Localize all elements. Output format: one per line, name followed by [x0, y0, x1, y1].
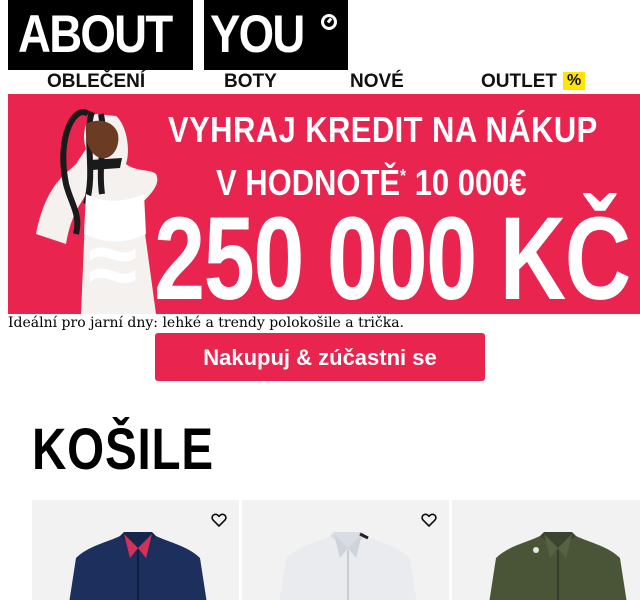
outlet-percent-badge: %	[563, 72, 586, 90]
product-image	[279, 532, 417, 600]
nav-label: OUTLET	[481, 71, 557, 92]
logo-text-you: YOU	[210, 5, 305, 64]
nav-label: NOVÉ	[350, 71, 404, 92]
nav-label: OBLEČENÍ	[47, 71, 146, 92]
shop-and-participate-button[interactable]: Nakupuj & zúčastni se	[155, 333, 485, 381]
heart-icon[interactable]	[211, 512, 227, 528]
nav-item-outlet[interactable]: OUTLET%	[481, 70, 586, 94]
approx-symbol: ≈	[88, 215, 138, 314]
product-card[interactable]	[32, 500, 239, 600]
promo-banner[interactable]: VYHRAJ KREDIT NA NÁKUP V HODNOTĚ* 10 000…	[8, 94, 640, 314]
logo-text-about: ABOUT	[18, 5, 173, 64]
nav-item-boty[interactable]: BOTY	[224, 70, 277, 94]
logo-mark-icon	[321, 14, 337, 30]
product-card[interactable]	[452, 500, 640, 600]
section-title: KOŠILE	[32, 417, 214, 482]
logo-divider	[193, 0, 204, 70]
promo-description: Ideální pro jarní dny: lehké a trendy po…	[8, 315, 404, 331]
nav-item-nove[interactable]: NOVÉ	[350, 70, 404, 94]
product-image	[489, 532, 627, 600]
banner-headline: VYHRAJ KREDIT NA NÁKUP	[168, 109, 598, 150]
product-card[interactable]	[242, 500, 449, 600]
nav-item-obleceni[interactable]: OBLEČENÍ	[47, 70, 145, 94]
heart-icon[interactable]	[421, 512, 437, 528]
product-image	[69, 532, 207, 600]
banner-amount: 250 000 KČ	[154, 193, 631, 314]
nav-label: BOTY	[224, 71, 277, 92]
about-you-logo[interactable]: ABOUT YOU	[8, 0, 348, 70]
